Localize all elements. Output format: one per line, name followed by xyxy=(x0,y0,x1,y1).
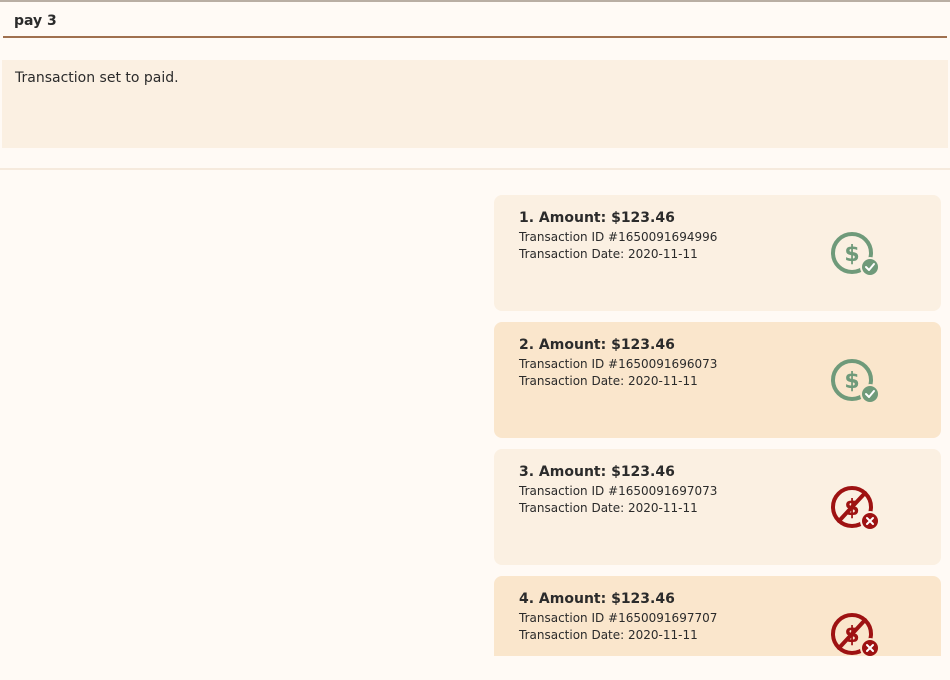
result-display: Transaction set to paid. xyxy=(2,60,948,148)
transaction-card[interactable]: 4. Amount: $123.46 Transaction ID #16500… xyxy=(494,576,941,656)
svg-text:$: $ xyxy=(844,369,859,394)
panel-divider xyxy=(0,168,950,170)
transaction-id: Transaction ID #1650091694996 xyxy=(519,230,718,244)
transaction-amount: 4. Amount: $123.46 xyxy=(519,591,675,607)
transaction-amount: 2. Amount: $123.46 xyxy=(519,337,675,353)
transaction-amount: 3. Amount: $123.46 xyxy=(519,464,675,480)
dollar-unpaid-icon: $ xyxy=(831,486,880,531)
dollar-paid-icon: $ xyxy=(831,232,880,277)
transaction-date: Transaction Date: 2020-11-11 xyxy=(519,374,698,388)
transaction-id: Transaction ID #1650091697707 xyxy=(519,611,718,625)
transaction-card[interactable]: 1. Amount: $123.46 Transaction ID #16500… xyxy=(494,195,941,311)
command-input[interactable] xyxy=(14,13,914,29)
transaction-id: Transaction ID #1650091697073 xyxy=(519,484,718,498)
dollar-paid-icon: $ xyxy=(831,359,880,404)
transaction-card[interactable]: 2. Amount: $123.46 Transaction ID #16500… xyxy=(494,322,941,438)
dollar-unpaid-icon: $ xyxy=(831,613,880,656)
transaction-date: Transaction Date: 2020-11-11 xyxy=(519,628,698,642)
transaction-amount: 1. Amount: $123.46 xyxy=(519,210,675,226)
svg-text:$: $ xyxy=(844,242,859,267)
transaction-date: Transaction Date: 2020-11-11 xyxy=(519,247,698,261)
transaction-list[interactable]: 1. Amount: $123.46 Transaction ID #16500… xyxy=(494,195,941,656)
transaction-card[interactable]: 3. Amount: $123.46 Transaction ID #16500… xyxy=(494,449,941,565)
command-bar[interactable] xyxy=(3,2,947,38)
transaction-date: Transaction Date: 2020-11-11 xyxy=(519,501,698,515)
result-message: Transaction set to paid. xyxy=(15,70,179,86)
transaction-id: Transaction ID #1650091696073 xyxy=(519,357,718,371)
